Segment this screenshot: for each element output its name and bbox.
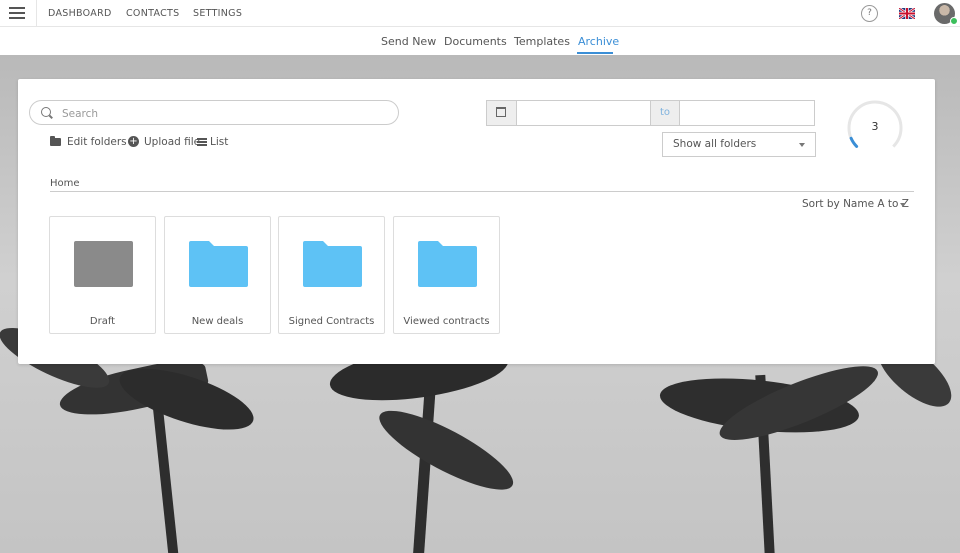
top-navbar: DASHBOARD CONTACTS SETTINGS ? — [0, 0, 960, 27]
folder-tile[interactable]: Signed Contracts — [278, 216, 385, 334]
folder-filter-select[interactable]: Show all folders — [662, 132, 816, 157]
folder-icon — [74, 241, 133, 287]
list-view-button[interactable]: List — [210, 136, 228, 148]
folder-tile[interactable]: New deals — [164, 216, 271, 334]
search-box — [29, 100, 399, 125]
uk-flag-icon[interactable] — [899, 8, 915, 19]
folder-label: Viewed contracts — [403, 316, 490, 327]
folder-icon — [418, 241, 477, 287]
document-count-gauge: 3 — [845, 98, 905, 158]
calendar-icon — [496, 107, 506, 117]
breadcrumb-divider — [50, 191, 914, 192]
edit-folders-button[interactable]: Edit folders — [67, 136, 127, 148]
folder-label: Draft — [89, 316, 116, 327]
date-range-filter: to — [486, 100, 817, 127]
folder-icon — [189, 241, 248, 287]
caret-down-icon — [799, 143, 805, 147]
tab-templates[interactable]: Templates — [514, 35, 570, 48]
active-tab-indicator — [577, 52, 613, 54]
calendar-button[interactable] — [487, 101, 517, 125]
tab-documents[interactable]: Documents — [444, 35, 507, 48]
archive-panel: Edit folders + Upload file List to Show … — [18, 79, 935, 364]
folder-tile[interactable]: Draft — [49, 216, 156, 334]
date-from-input[interactable] — [518, 101, 652, 127]
folder-shape — [418, 241, 477, 287]
folder-icon — [303, 241, 362, 287]
navbar-divider — [36, 0, 37, 27]
folder-label: New deals — [191, 316, 244, 327]
sub-navbar: Send New Documents Templates Archive — [0, 27, 960, 55]
folder-shape — [189, 241, 248, 287]
caret-down-icon — [900, 203, 906, 207]
upload-file-button[interactable]: Upload file — [144, 136, 200, 148]
list-icon — [197, 138, 207, 146]
nav-link-contacts[interactable]: CONTACTS — [126, 8, 179, 19]
date-range-separator: to — [650, 101, 680, 125]
nav-link-dashboard[interactable]: DASHBOARD — [48, 8, 112, 19]
nav-link-settings[interactable]: SETTINGS — [193, 8, 242, 19]
folder-label: Signed Contracts — [288, 316, 375, 327]
gauge-value: 3 — [871, 120, 879, 133]
sort-dropdown[interactable]: Sort by Name A to Z — [802, 198, 909, 210]
menu-icon[interactable] — [9, 7, 25, 19]
search-input[interactable] — [60, 104, 384, 123]
folder-tile[interactable]: Viewed contracts — [393, 216, 500, 334]
folder-icon — [50, 136, 61, 146]
plus-circle-icon: + — [128, 136, 139, 147]
folder-shape — [74, 241, 133, 287]
help-icon[interactable]: ? — [861, 5, 878, 22]
search-icon — [41, 107, 51, 117]
tab-archive[interactable]: Archive — [578, 35, 619, 48]
folder-filter-value: Show all folders — [673, 138, 757, 150]
breadcrumb[interactable]: Home — [50, 178, 80, 189]
folder-shape — [303, 241, 362, 287]
online-status-dot — [950, 17, 958, 25]
tab-send-new[interactable]: Send New — [381, 35, 436, 48]
date-to-input[interactable] — [680, 101, 817, 127]
